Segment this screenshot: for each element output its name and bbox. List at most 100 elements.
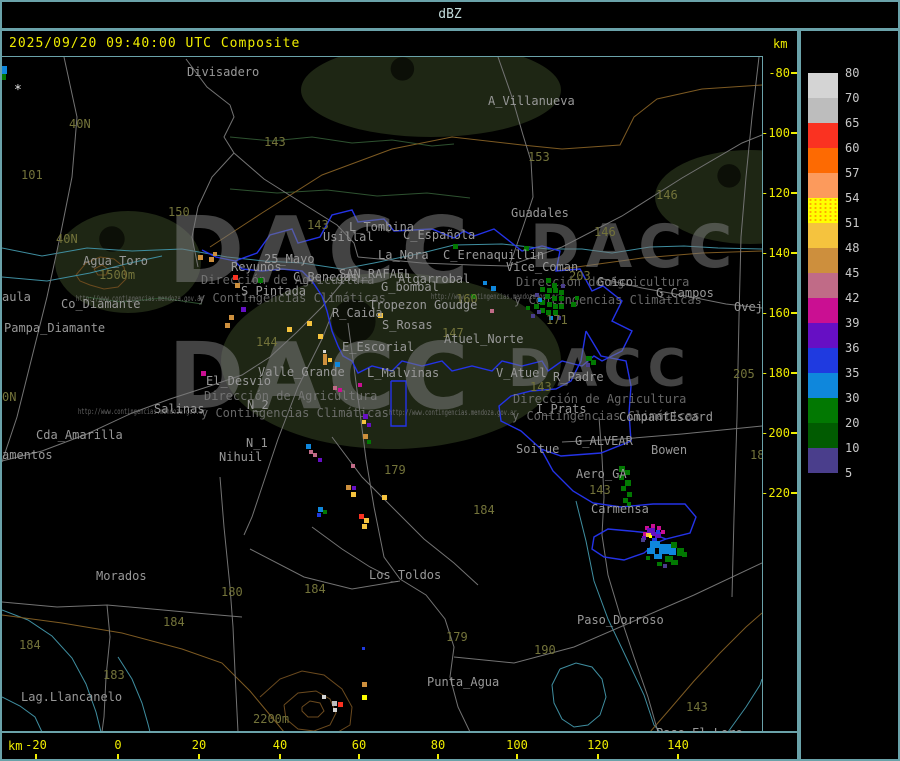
place-label: V_Atuel [496, 366, 547, 380]
road-number-label: 101 [21, 168, 43, 182]
radar-echo-pixel [559, 296, 564, 301]
road-number-label: 143 [264, 135, 286, 149]
radar-echo-pixel [333, 708, 337, 712]
place-label: Oveje [734, 300, 763, 314]
radar-echo-pixel [229, 315, 234, 320]
dbz-color-scale: 80 70 65 60 57 54 51 48 45 42 39 36 35 30 20 10 5 [801, 31, 898, 759]
legend-swatch [808, 398, 838, 423]
radar-echo-pixel [534, 304, 539, 309]
road-number-label: 40N [69, 117, 91, 131]
legend-swatch [808, 223, 838, 248]
legend-swatch [808, 273, 838, 298]
place-label: Reyunos [231, 260, 282, 274]
place-label: I_Prats [536, 402, 587, 416]
legend-swatch [808, 323, 838, 348]
x-axis: km -20 0 20 40 60 80 100 120 140 [2, 731, 898, 759]
place-label: Vice_Coman [506, 260, 579, 274]
road-number-label: 184 [163, 615, 185, 629]
radar-echo-pixel [669, 548, 676, 555]
radar-echo-pixel [362, 420, 366, 424]
radar-map[interactable]: DACC DACC DACC DACC Dirección de Agricultura… [2, 56, 763, 732]
radar-echo-pixel [483, 281, 487, 285]
place-label: Atuel_Norte [444, 332, 524, 346]
place-label: Tropezon Goudge [369, 298, 478, 312]
place-label: aula [2, 290, 31, 304]
place-label: S_Pintada [241, 284, 307, 298]
radar-echo-pixel [545, 294, 550, 299]
y-axis-tick-label: -220 [761, 486, 790, 500]
road-number-label: 2200m [253, 712, 290, 726]
road [219, 476, 239, 732]
place-label: Bowen [651, 443, 688, 457]
place-label: N_2 [247, 398, 269, 412]
radar-echo-pixel [641, 538, 645, 542]
place-label: Goico [597, 275, 634, 289]
place-label: Pampa_Diamante [4, 321, 106, 335]
place-label: Salinas [154, 402, 205, 416]
x-axis-tick-label: 60 [351, 738, 367, 752]
place-label: La_Nora [378, 248, 429, 262]
x-axis-tick [35, 754, 37, 759]
radar-echo-pixel [307, 321, 312, 326]
place-label: Nihuil [219, 450, 263, 464]
legend-tick-label: 65 [845, 116, 860, 130]
road [2, 601, 111, 732]
place-label: CompantEscard [619, 410, 713, 424]
x-axis-tick [516, 754, 518, 759]
legend-swatch [808, 348, 838, 373]
y-axis-tick-label: -120 [761, 186, 790, 200]
legend-swatch [808, 98, 838, 123]
road-secondary [2, 614, 285, 732]
radar-echo-pixel [490, 309, 494, 313]
river [727, 678, 762, 732]
place-label: Divisadero [187, 65, 260, 79]
x-axis-tick-label: 0 [114, 738, 122, 752]
radar-echo-pixel [682, 552, 687, 557]
x-axis-tick [279, 754, 281, 759]
road-number-label: 1500m [99, 268, 136, 282]
legend-tick-label: 51 [845, 216, 860, 230]
legend-tick-label: 45 [845, 266, 860, 280]
radar-echo-pixel [553, 304, 558, 309]
radar-echo-pixel [358, 383, 362, 387]
road-number-label: 150 [168, 205, 190, 219]
place-label: L_Tombina [349, 220, 415, 234]
radar-echo-pixel [661, 530, 665, 534]
radar-echo-pixel [537, 310, 541, 314]
radar-echo-pixel [575, 296, 579, 300]
legend-tick-label: 35 [845, 366, 860, 380]
y-axis-tick-label: -160 [761, 306, 790, 320]
place-label: E_Escorial [342, 340, 415, 354]
radar-echo-pixel [552, 296, 557, 301]
legend-swatch [808, 198, 838, 223]
x-axis-tick [597, 754, 599, 759]
x-axis-tick [117, 754, 119, 759]
radar-echo-pixel [318, 458, 322, 462]
legend-tick-label: 48 [845, 241, 860, 255]
legend-swatch [808, 423, 838, 448]
radar-echo-pixel [547, 288, 552, 293]
radar-echo-pixel [362, 524, 367, 529]
radar-echo-pixel [346, 485, 351, 490]
x-axis-tick [677, 754, 679, 759]
legend-tick-label: 36 [845, 341, 860, 355]
legend-tick-label: 39 [845, 316, 860, 330]
radar-echo-pixel [323, 354, 327, 365]
x-axis-tick [358, 754, 360, 759]
legend-tick-label: 30 [845, 391, 860, 405]
radar-echo-pixel [2, 74, 6, 80]
radar-echo-pixel [351, 464, 355, 468]
road-number-label: 18 [750, 448, 762, 462]
radar-echo-pixel [547, 302, 552, 307]
place-label: Agua_Toro [83, 254, 149, 268]
radar-echo-pixel [352, 486, 356, 490]
legend-tick-label: 5 [845, 466, 853, 480]
radar-echo-pixel [553, 288, 558, 293]
x-axis-tick-label: 40 [272, 738, 288, 752]
radar-echo-pixel [621, 486, 626, 491]
radar-site-marker: * [14, 83, 22, 98]
place-label: Paso_El_Loro [656, 726, 743, 732]
x-axis-tick-label: 120 [587, 738, 609, 752]
radar-echo-pixel [561, 284, 565, 288]
radar-echo-pixel [2, 66, 7, 74]
